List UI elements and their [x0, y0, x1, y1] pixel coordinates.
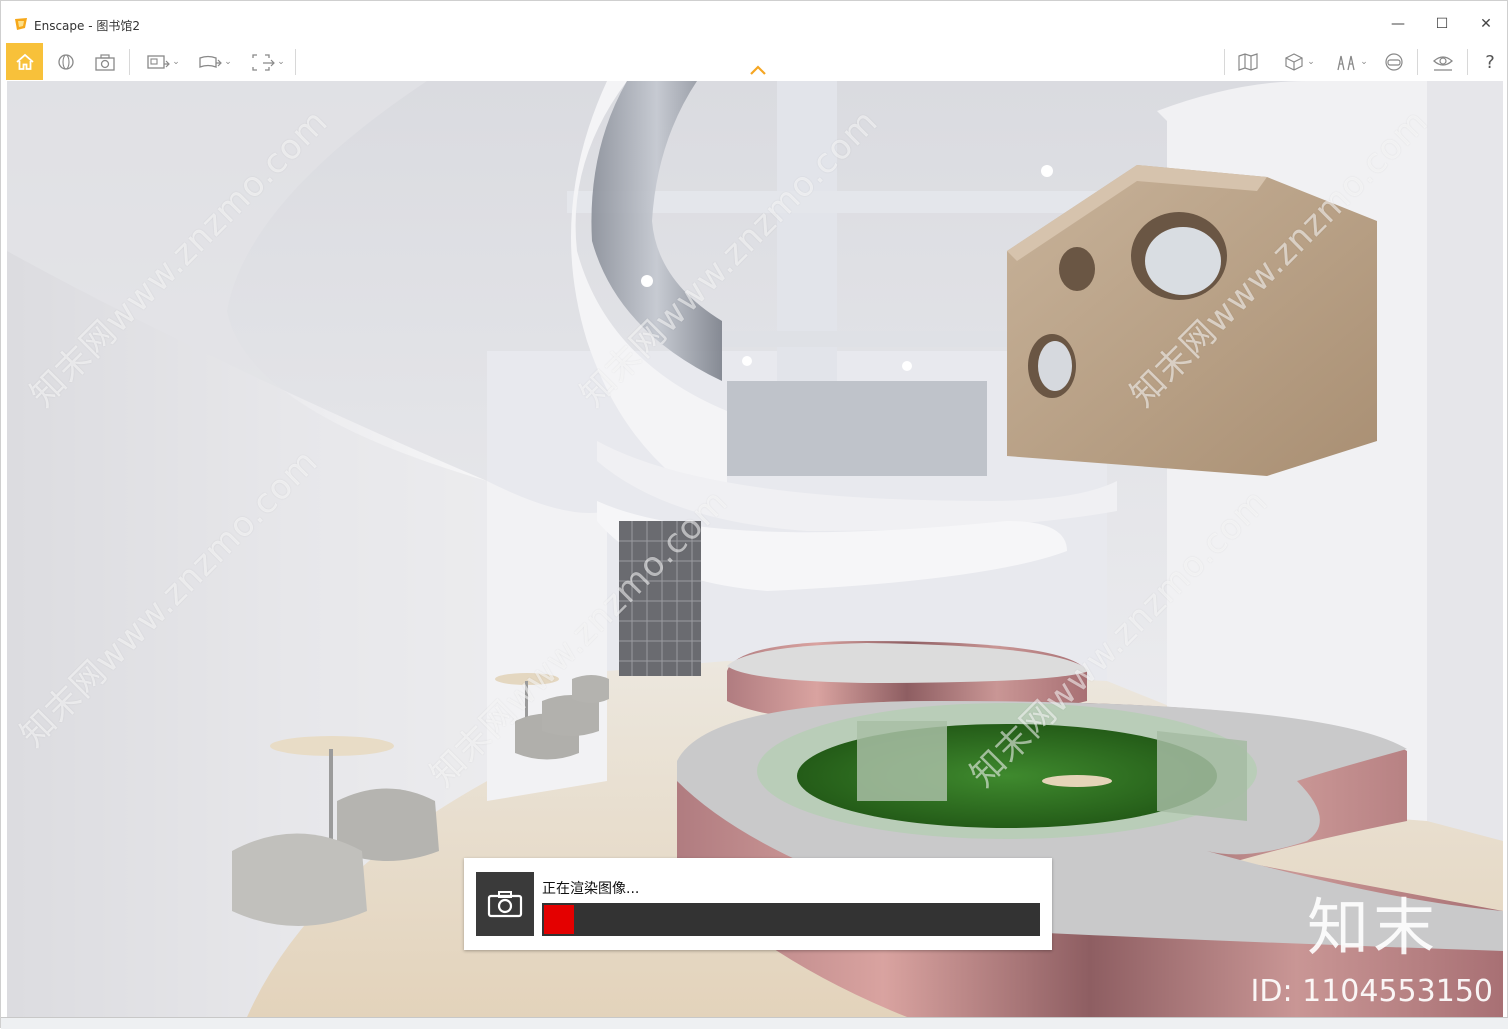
camera-icon — [487, 891, 523, 918]
visual-settings-icon — [1433, 56, 1453, 71]
batch-render-icon — [147, 55, 171, 69]
panorama-icon — [199, 55, 223, 68]
pod-side-window-glass — [1038, 341, 1072, 391]
image-id-text: ID: 1104553150 — [1250, 974, 1493, 1009]
upper-glass-wall — [727, 381, 987, 476]
title-separator: - — [84, 19, 97, 33]
vr-headset-icon — [1385, 53, 1403, 71]
collapse-toolbar-chevron-up-icon[interactable] — [749, 63, 767, 77]
render-progress-fill — [544, 905, 574, 934]
map-icon — [1238, 53, 1258, 71]
chevron-down-icon: ⌄ — [277, 57, 285, 67]
status-strip — [1, 1017, 1508, 1029]
help-button[interactable]: ? — [1477, 45, 1503, 79]
asset-library-button[interactable]: ⌄ — [1327, 45, 1375, 79]
maximize-icon: ☐ — [1435, 16, 1449, 32]
maximize-button[interactable]: ☐ — [1427, 11, 1457, 37]
ceiling-light — [641, 275, 653, 287]
map-button[interactable] — [1235, 45, 1261, 79]
panorama-button[interactable]: ⌄ — [193, 45, 237, 79]
chevron-down-icon: ⌄ — [1360, 57, 1368, 67]
home-button[interactable] — [6, 43, 43, 80]
enscape-window: Enscape - 图书馆2 — ☐ ✕ ⌄ ⌄ ⌄ ⌄ ⌄ ? 知末网www.… — [0, 0, 1508, 1029]
green-seat-block — [1157, 731, 1247, 821]
pod-round-window-glass — [1145, 227, 1221, 295]
document-name: 图书馆2 — [96, 19, 140, 33]
green-seat-block — [857, 721, 947, 801]
close-icon: ✕ — [1480, 16, 1492, 32]
chevron-down-icon: ⌄ — [172, 57, 180, 67]
enscape-logo-icon — [15, 18, 27, 30]
minimize-icon: — — [1391, 16, 1405, 32]
grass-patch — [1042, 775, 1112, 787]
ceiling-light — [742, 356, 752, 366]
ceiling-light — [902, 361, 912, 371]
pod-small-window — [1059, 247, 1095, 291]
close-button[interactable]: ✕ — [1471, 11, 1501, 37]
screenshot-icon — [95, 54, 115, 71]
minimize-button[interactable]: — — [1383, 11, 1413, 37]
home-icon — [15, 53, 34, 70]
orbit-button[interactable] — [53, 45, 79, 79]
window-title: Enscape - 图书馆2 — [34, 17, 140, 34]
table-leg — [329, 749, 333, 839]
app-name: Enscape — [34, 19, 85, 33]
chevron-down-icon: ⌄ — [1307, 57, 1315, 67]
render-status-label: 正在渲染图像... — [542, 881, 640, 897]
vr-button[interactable] — [1381, 45, 1407, 79]
export-icon — [252, 54, 276, 71]
screenshot-button[interactable] — [91, 45, 119, 79]
render-progress-bar — [542, 903, 1040, 936]
visual-settings-button[interactable] — [1429, 45, 1457, 79]
render-icon-box — [476, 872, 534, 936]
toolbar-separator — [295, 49, 296, 75]
chevron-down-icon: ⌄ — [224, 57, 232, 67]
toolbar-separator — [1224, 49, 1225, 75]
pouf-stool — [572, 675, 609, 703]
export-button[interactable]: ⌄ — [245, 45, 291, 79]
render-progress-dialog: 正在渲染图像... — [464, 858, 1052, 950]
asset-library-icon — [1337, 55, 1355, 71]
toolbar-separator — [1467, 49, 1468, 75]
toolbar-separator — [129, 49, 130, 75]
orbit-icon — [58, 54, 74, 70]
views-button[interactable]: ⌄ — [1275, 45, 1323, 79]
pouf-stool — [232, 833, 367, 926]
cube-view-icon — [1285, 53, 1303, 71]
help-icon: ? — [1485, 51, 1495, 73]
ceiling-light — [1041, 165, 1053, 177]
batch-render-button[interactable]: ⌄ — [141, 45, 185, 79]
title-bar: Enscape - 图书馆2 — ☐ ✕ — [1, 1, 1507, 41]
toolbar-separator — [1417, 49, 1418, 75]
brand-logo-text: 知末 — [1306, 891, 1439, 964]
